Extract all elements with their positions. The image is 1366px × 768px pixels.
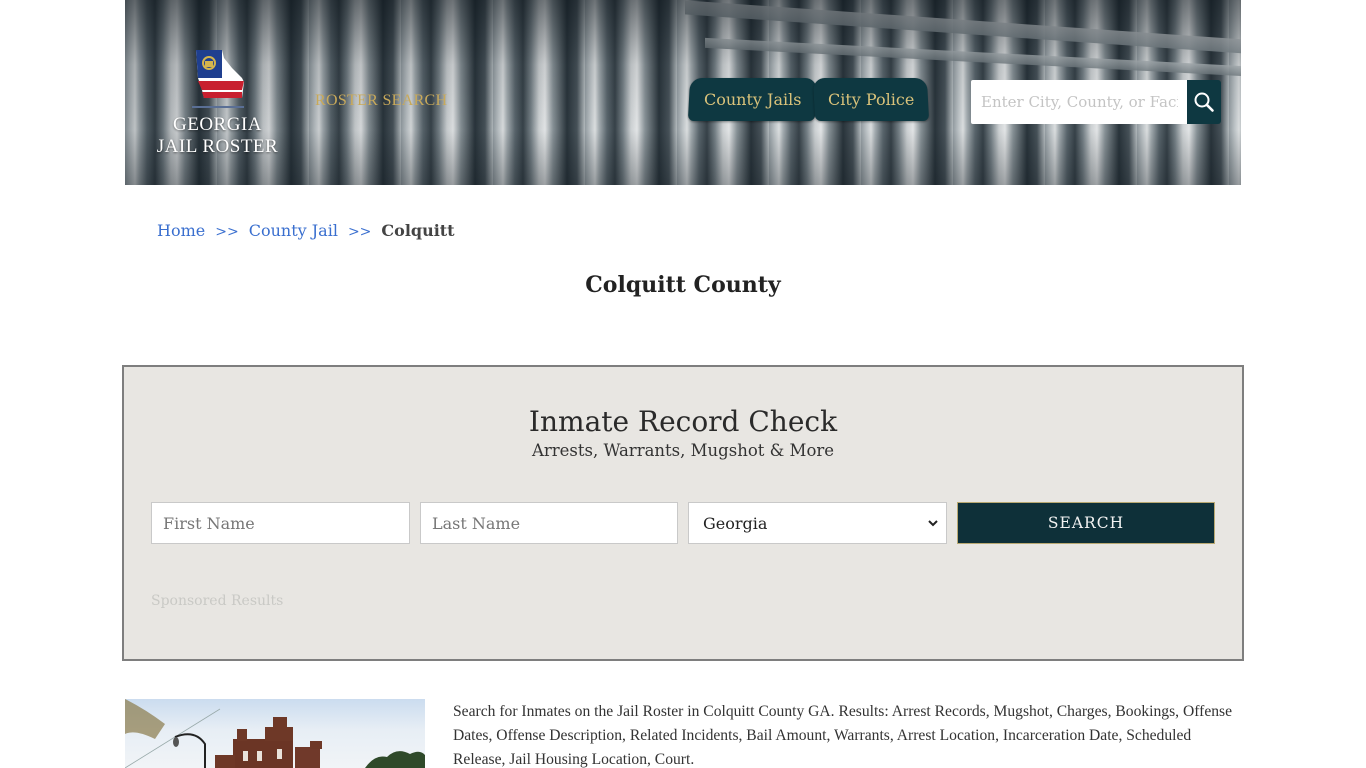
nav-city-police[interactable]: City Police — [812, 78, 930, 121]
nav-county-jails-label: County Jails — [703, 90, 802, 109]
breadcrumb-separator: >> — [347, 224, 372, 240]
state-select[interactable]: Georgia — [688, 502, 947, 544]
site-logo[interactable]: GEORGIA JAIL ROSTER — [150, 44, 285, 164]
record-check-title: Inmate Record Check — [528, 405, 838, 438]
breadcrumb-home[interactable]: Home — [157, 221, 205, 240]
county-jail-photo — [125, 699, 425, 768]
record-check-subtitle: Arrests, Warrants, Mugshot & More — [531, 441, 835, 460]
breadcrumb: Home >> County Jail >> Colquitt — [157, 221, 455, 240]
logo-text-line2: JAIL ROSTER — [156, 136, 279, 157]
breadcrumb-current: Colquitt — [381, 221, 455, 240]
roster-search-link[interactable]: ROSTER SEARCH — [315, 92, 447, 110]
page-title: Colquitt County — [585, 272, 781, 298]
breadcrumb-separator: >> — [215, 224, 239, 240]
georgia-flag-map-icon — [196, 50, 244, 98]
nav-county-jails[interactable]: County Jails — [687, 78, 818, 121]
record-search-button[interactable]: SEARCH — [957, 502, 1215, 544]
nav-city-police-label: City Police — [827, 90, 915, 109]
inmate-record-check-panel: Inmate Record Check Arrests, Warrants, M… — [122, 365, 1244, 661]
sponsored-results-label: Sponsored Results — [151, 593, 284, 609]
first-name-input[interactable] — [151, 502, 410, 544]
breadcrumb-county-jail[interactable]: County Jail — [249, 221, 338, 240]
last-name-input[interactable] — [420, 502, 678, 544]
facility-search-button[interactable] — [1187, 80, 1221, 124]
logo-text-line1: GEORGIA — [173, 114, 262, 135]
logo-divider — [192, 106, 244, 108]
county-description: Search for Inmates on the Jail Roster in… — [453, 703, 1233, 768]
facility-search-input[interactable] — [971, 80, 1188, 124]
jail-building-illustration — [125, 699, 425, 768]
search-icon — [1194, 92, 1214, 112]
